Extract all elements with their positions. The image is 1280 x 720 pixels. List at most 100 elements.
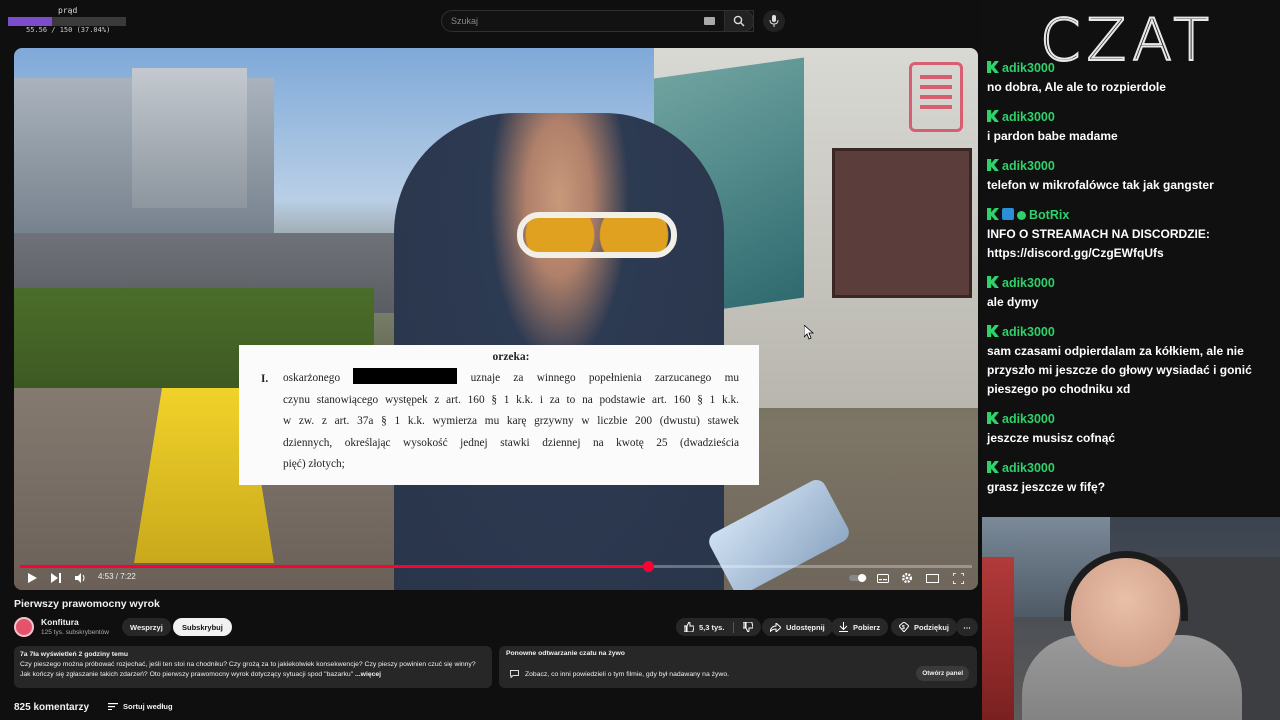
thumbs-down-icon[interactable] [743, 622, 754, 632]
channel-watermark-icon [909, 62, 963, 132]
sort-icon [108, 703, 118, 710]
mouse-cursor-icon [804, 325, 814, 340]
description-more-link[interactable]: ...więcej [355, 671, 381, 678]
document-text: uznaje za winnego popełnienia zarzucaneg… [470, 372, 740, 384]
video-frame-door [832, 148, 972, 298]
kick-badge-icon [987, 461, 999, 473]
webcam-feed [982, 517, 1280, 720]
keyboard-icon[interactable] [704, 17, 715, 25]
chat-message: adik3000 grasz jeszcze w fifę? [987, 459, 1105, 497]
screen: prąd 55.56 / 150 (37.04%) orzeka: I. o [0, 0, 1280, 720]
power-meter: prąd 55.56 / 150 (37.04%) [8, 4, 126, 34]
chat-message: BotRix INFO O STREAMACH NA DISCORDZIE: h… [987, 206, 1210, 263]
description-box[interactable]: 7a 7ła wyświetleń 2 godziny temu Czy pie… [14, 646, 492, 688]
sort-label: Sortuj według [123, 702, 173, 711]
theater-mode-icon [925, 573, 939, 583]
microphone-icon [769, 15, 779, 27]
channel-name[interactable]: Konfitura [41, 617, 79, 627]
theater-mode-button[interactable] [925, 571, 939, 585]
verified-badge-icon [1017, 211, 1026, 220]
chat-bubble-icon [510, 670, 519, 678]
like-button[interactable]: 5,3 tys. [684, 622, 724, 632]
document-heading: orzeka: [492, 351, 530, 363]
power-bar-fill [8, 17, 52, 26]
chat-username[interactable]: adik3000 [1002, 412, 1055, 426]
like-dislike-group: 5,3 tys. [676, 618, 762, 636]
channel-avatar[interactable] [14, 617, 34, 637]
download-icon [839, 622, 848, 632]
like-divider [733, 621, 735, 633]
chat-username[interactable]: adik3000 [1002, 110, 1055, 124]
chat-replay-box: Ponowne odtwarzanie czatu na żywo Zobacz… [499, 646, 977, 688]
more-horizontal-icon: ⋯ [963, 622, 971, 632]
search-icon [733, 15, 745, 27]
document-text: oskarżonego [283, 372, 341, 384]
power-bar [8, 17, 126, 26]
chat-panel[interactable]: adik3000 no dobra, Ale ale to rozpierdol… [982, 0, 1280, 515]
kick-badge-icon [987, 110, 999, 122]
video-title: Pierwszy prawomocny wyrok [14, 598, 160, 610]
skip-next-icon [51, 573, 61, 583]
chat-username[interactable]: adik3000 [1002, 325, 1055, 339]
webcam-background-shelf [982, 557, 1014, 720]
chat-text: no dobra, Ale ale to rozpierdole [987, 80, 1166, 94]
chat-text: przyszło mi jeszcze do głowy wysiadać i … [987, 363, 1252, 377]
support-button[interactable]: Wesprzyj [122, 618, 171, 636]
next-button[interactable] [48, 571, 64, 585]
fullscreen-button[interactable] [951, 571, 965, 585]
comment-count: 825 komentarzy [14, 702, 90, 713]
chat-text: telefon w mikrofalówce tak jak gangster [987, 178, 1214, 192]
settings-button[interactable] [900, 571, 914, 585]
chat-text: INFO O STREAMACH NA DISCORDZIE: [987, 227, 1210, 241]
chat-username[interactable]: BotRix [1029, 208, 1069, 222]
voice-search-button[interactable] [763, 10, 785, 32]
open-chat-panel-button[interactable]: Otwórz panel [916, 666, 969, 681]
document-item-number: I. [261, 373, 269, 385]
thanks-label: Podziękuj [914, 622, 950, 632]
subscribe-button[interactable]: Subskrybuj [173, 618, 232, 636]
bot-badge-icon [1002, 208, 1014, 220]
document-line: czynu stanowiącego występek z art. 160 §… [283, 393, 739, 406]
description-body: Czy pieszego można próbować rozjechać, j… [20, 661, 476, 678]
kick-badge-icon [987, 159, 999, 171]
share-icon [770, 622, 781, 632]
chat-text: grasz jeszcze w fifę? [987, 480, 1106, 494]
download-button[interactable]: Pobierz [831, 618, 889, 636]
subtitles-icon [877, 573, 889, 583]
sort-comments-button[interactable]: Sortuj według [108, 702, 173, 711]
autoplay-icon [849, 574, 867, 582]
chat-text: pieszego po chodniku xd [987, 382, 1131, 396]
chat-message: adik3000 i pardon babe madame [987, 108, 1118, 146]
chat-message: adik3000 sam czasami odpierdalam za kółk… [987, 323, 1252, 399]
search-input[interactable] [451, 16, 701, 26]
kick-badge-icon [987, 276, 999, 288]
redaction-bar [353, 368, 458, 384]
document-line: w zw. z art. 37a § 1 k.k. wymierza mu ka… [283, 415, 739, 427]
video-player[interactable]: orzeka: I. oskarżonego uznaje za winnego… [14, 48, 978, 590]
volume-button[interactable] [72, 571, 88, 585]
kick-badge-icon [987, 208, 999, 220]
chat-username[interactable]: adik3000 [1002, 461, 1055, 475]
video-progress-bar[interactable] [20, 561, 972, 572]
video-time: 4:53 / 7:22 [98, 572, 136, 581]
play-button[interactable] [24, 571, 40, 585]
thanks-button[interactable]: $ Podziękuj [891, 618, 958, 636]
chat-link[interactable]: https://discord.gg/CzgEWfqUfs [987, 244, 1210, 263]
search-box[interactable] [441, 10, 754, 32]
chat-text: ale dymy [987, 295, 1039, 309]
kick-badge-icon [987, 412, 999, 424]
autoplay-toggle[interactable] [848, 571, 868, 585]
subtitles-button[interactable] [876, 571, 890, 585]
video-progress-fill [20, 565, 649, 568]
chat-message: adik3000 ale dymy [987, 274, 1055, 312]
download-label: Pobierz [853, 622, 881, 632]
search-button[interactable] [724, 10, 754, 32]
description-text: Czy pieszego można próbować rozjechać, j… [20, 660, 486, 680]
kick-badge-icon [987, 325, 999, 337]
court-document-overlay: orzeka: I. oskarżonego uznaje za winnego… [239, 345, 759, 485]
more-actions-button[interactable]: ⋯ [956, 618, 978, 636]
subscriber-count: 125 tys. subskrybentów [41, 629, 109, 636]
share-button[interactable]: Udostępnij [762, 618, 833, 636]
chat-username[interactable]: adik3000 [1002, 159, 1055, 173]
chat-username[interactable]: adik3000 [1002, 276, 1055, 290]
